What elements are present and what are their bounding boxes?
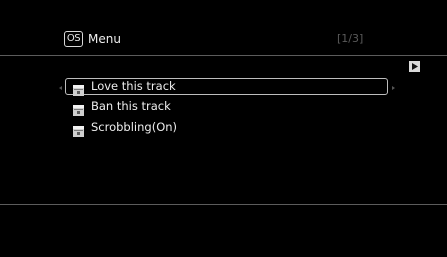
folder-icon xyxy=(73,122,84,137)
menu-item-ban-track[interactable]: Ban this track xyxy=(70,98,388,116)
menu-item-label: Ban this track xyxy=(91,99,171,113)
os-badge: OS xyxy=(64,31,83,47)
menu-item-scrobbling[interactable]: Scrobbling(On) xyxy=(70,119,388,137)
page-title: Menu xyxy=(88,32,121,46)
folder-icon xyxy=(73,101,84,116)
menu-item-love-track[interactable]: Love this track xyxy=(65,78,388,96)
right-arrow-icon[interactable] xyxy=(392,86,395,90)
top-divider xyxy=(0,55,447,56)
page-indicator: [1/3] xyxy=(337,32,364,45)
menu-screen: OS Menu [1/3] Love this track Ban this t… xyxy=(0,0,447,257)
menu-item-label: Scrobbling(On) xyxy=(91,120,178,134)
play-icon[interactable] xyxy=(409,61,420,72)
left-arrow-icon[interactable] xyxy=(59,86,62,90)
header: OS Menu [1/3] xyxy=(0,0,447,56)
bottom-divider xyxy=(0,204,447,205)
folder-icon xyxy=(73,81,84,96)
menu-item-label: Love this track xyxy=(91,79,176,93)
